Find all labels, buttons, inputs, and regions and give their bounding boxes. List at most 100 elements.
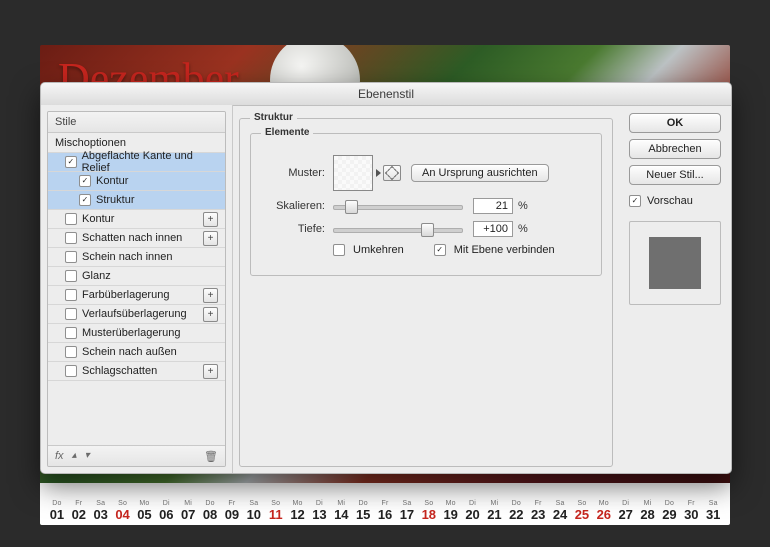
calendar-day: Sa24 [549, 500, 571, 522]
subgroup-title: Elemente [261, 127, 313, 138]
style-row[interactable]: Musterüberlagerung [48, 323, 225, 342]
style-label: Schatten nach innen [82, 232, 182, 244]
calendar-day: Mi21 [484, 500, 506, 522]
preview-box [629, 221, 721, 305]
style-row[interactable]: Glanz [48, 266, 225, 285]
calendar-day: So04 [112, 500, 134, 522]
snap-to-origin-button[interactable]: An Ursprung ausrichten [411, 164, 549, 182]
fx-menu[interactable]: fx [55, 450, 64, 462]
style-row[interactable]: Schatten nach innen + [48, 228, 225, 247]
new-style-button[interactable]: Neuer Stil... [629, 165, 721, 185]
calendar-day: Do22 [505, 500, 527, 522]
calendar-day: Fr30 [680, 500, 702, 522]
style-row[interactable]: Verlaufsüberlagerung + [48, 304, 225, 323]
app-canvas: Dezember Do01Fr02Sa03So04Mo05Di06Mi07Do0… [0, 0, 770, 547]
style-checkbox[interactable] [65, 270, 77, 282]
add-instance-icon[interactable]: + [203, 307, 218, 322]
style-checkbox[interactable]: ✓ [79, 175, 91, 187]
trash-icon[interactable]: 🗑 [204, 450, 218, 463]
pattern-swatch[interactable] [333, 155, 373, 191]
style-label: Abgeflachte Kante und Relief [82, 150, 218, 174]
depth-value[interactable]: +100 [473, 221, 513, 237]
depth-unit: % [518, 223, 528, 235]
scale-slider[interactable] [333, 200, 463, 212]
style-checkbox[interactable] [65, 289, 77, 301]
scale-unit: % [518, 200, 528, 212]
calendar-day: Mo26 [593, 500, 615, 522]
dialog-title: Ebenenstil [41, 83, 731, 106]
calendar-day: Fr02 [68, 500, 90, 522]
calendar-day: Mi14 [330, 500, 352, 522]
style-checkbox[interactable]: ✓ [65, 156, 77, 168]
preview-swatch [649, 237, 701, 289]
scale-value[interactable]: 21 [473, 198, 513, 214]
calendar-day: Di13 [309, 500, 331, 522]
styles-header: Stile [48, 112, 225, 133]
snap-to-origin-icon[interactable] [383, 165, 401, 181]
style-row[interactable]: Kontur+ [48, 209, 225, 228]
calendar-day: Di06 [155, 500, 177, 522]
style-checkbox[interactable] [65, 308, 77, 320]
style-row[interactable]: ✓ Struktur [48, 190, 225, 209]
style-label: Schein nach außen [82, 346, 177, 358]
style-checkbox[interactable] [65, 327, 77, 339]
style-label: Struktur [96, 194, 135, 206]
cancel-button[interactable]: Abbrechen [629, 139, 721, 159]
style-row[interactable]: Schlagschatten+ [48, 361, 225, 380]
styles-footer: fx ▴ ▾ 🗑 [48, 445, 225, 466]
calendar-day: Sa03 [90, 500, 112, 522]
calendar-day: Do29 [659, 500, 681, 522]
calendar-day: Do08 [199, 500, 221, 522]
style-label: Schein nach innen [82, 251, 173, 263]
calendar-day: Mo12 [287, 500, 309, 522]
calendar-day: So18 [418, 500, 440, 522]
style-label: Verlaufsüberlagerung [82, 308, 187, 320]
pattern-label: Muster: [261, 167, 333, 179]
ok-button[interactable]: OK [629, 113, 721, 133]
style-checkbox[interactable] [65, 251, 77, 263]
style-label: Kontur [96, 175, 128, 187]
calendar-day: Sa10 [243, 500, 265, 522]
calendar-day: Di27 [615, 500, 637, 522]
calendar-day: Sa17 [396, 500, 418, 522]
depth-slider[interactable] [333, 223, 463, 235]
style-checkbox[interactable] [65, 232, 77, 244]
style-checkbox[interactable] [65, 213, 77, 225]
invert-label: Umkehren [353, 244, 404, 256]
add-instance-icon[interactable]: + [203, 364, 218, 379]
style-row[interactable]: Schein nach außen [48, 342, 225, 361]
style-checkbox[interactable] [65, 346, 77, 358]
link-layer-label: Mit Ebene verbinden [454, 244, 555, 256]
invert-checkbox[interactable] [333, 244, 345, 256]
styles-panel: Stile Mischoptionen ✓Abgeflachte Kante u… [47, 111, 226, 467]
link-layer-checkbox[interactable]: ✓ [434, 244, 446, 256]
preview-checkbox[interactable]: ✓ [629, 195, 641, 207]
preview-label: Vorschau [647, 195, 693, 207]
move-down-icon[interactable]: ▾ [85, 450, 90, 462]
calendar-day: Do01 [46, 500, 68, 522]
style-row[interactable]: ✓ Abgeflachte Kante und Relief [48, 152, 225, 171]
move-up-icon[interactable]: ▴ [72, 450, 77, 462]
add-instance-icon[interactable]: + [203, 288, 218, 303]
calendar-day: So25 [571, 500, 593, 522]
style-checkbox[interactable]: ✓ [79, 194, 91, 206]
calendar-day: So11 [265, 500, 287, 522]
style-label: Glanz [82, 270, 111, 282]
group-title: Struktur [250, 112, 297, 123]
add-instance-icon[interactable]: + [203, 212, 218, 227]
calendar-day: Mo19 [440, 500, 462, 522]
style-row[interactable]: Schein nach innen [48, 247, 225, 266]
style-label: Musterüberlagerung [82, 327, 180, 339]
calendar-strip: Do01Fr02Sa03So04Mo05Di06Mi07Do08Fr09Sa10… [40, 483, 730, 525]
add-instance-icon[interactable]: + [203, 231, 218, 246]
scale-label: Skalieren: [261, 200, 333, 212]
style-checkbox[interactable] [65, 365, 77, 377]
calendar-day: Mi07 [177, 500, 199, 522]
style-row[interactable]: Farbüberlagerung+ [48, 285, 225, 304]
calendar-day: Di20 [462, 500, 484, 522]
depth-label: Tiefe: [261, 223, 333, 235]
layer-style-dialog: Ebenenstil Stile Mischoptionen ✓Abgeflac… [40, 82, 732, 474]
calendar-day: Do15 [352, 500, 374, 522]
calendar-day: Fr23 [527, 500, 549, 522]
styles-sidebar: Stile Mischoptionen ✓Abgeflachte Kante u… [41, 105, 233, 473]
